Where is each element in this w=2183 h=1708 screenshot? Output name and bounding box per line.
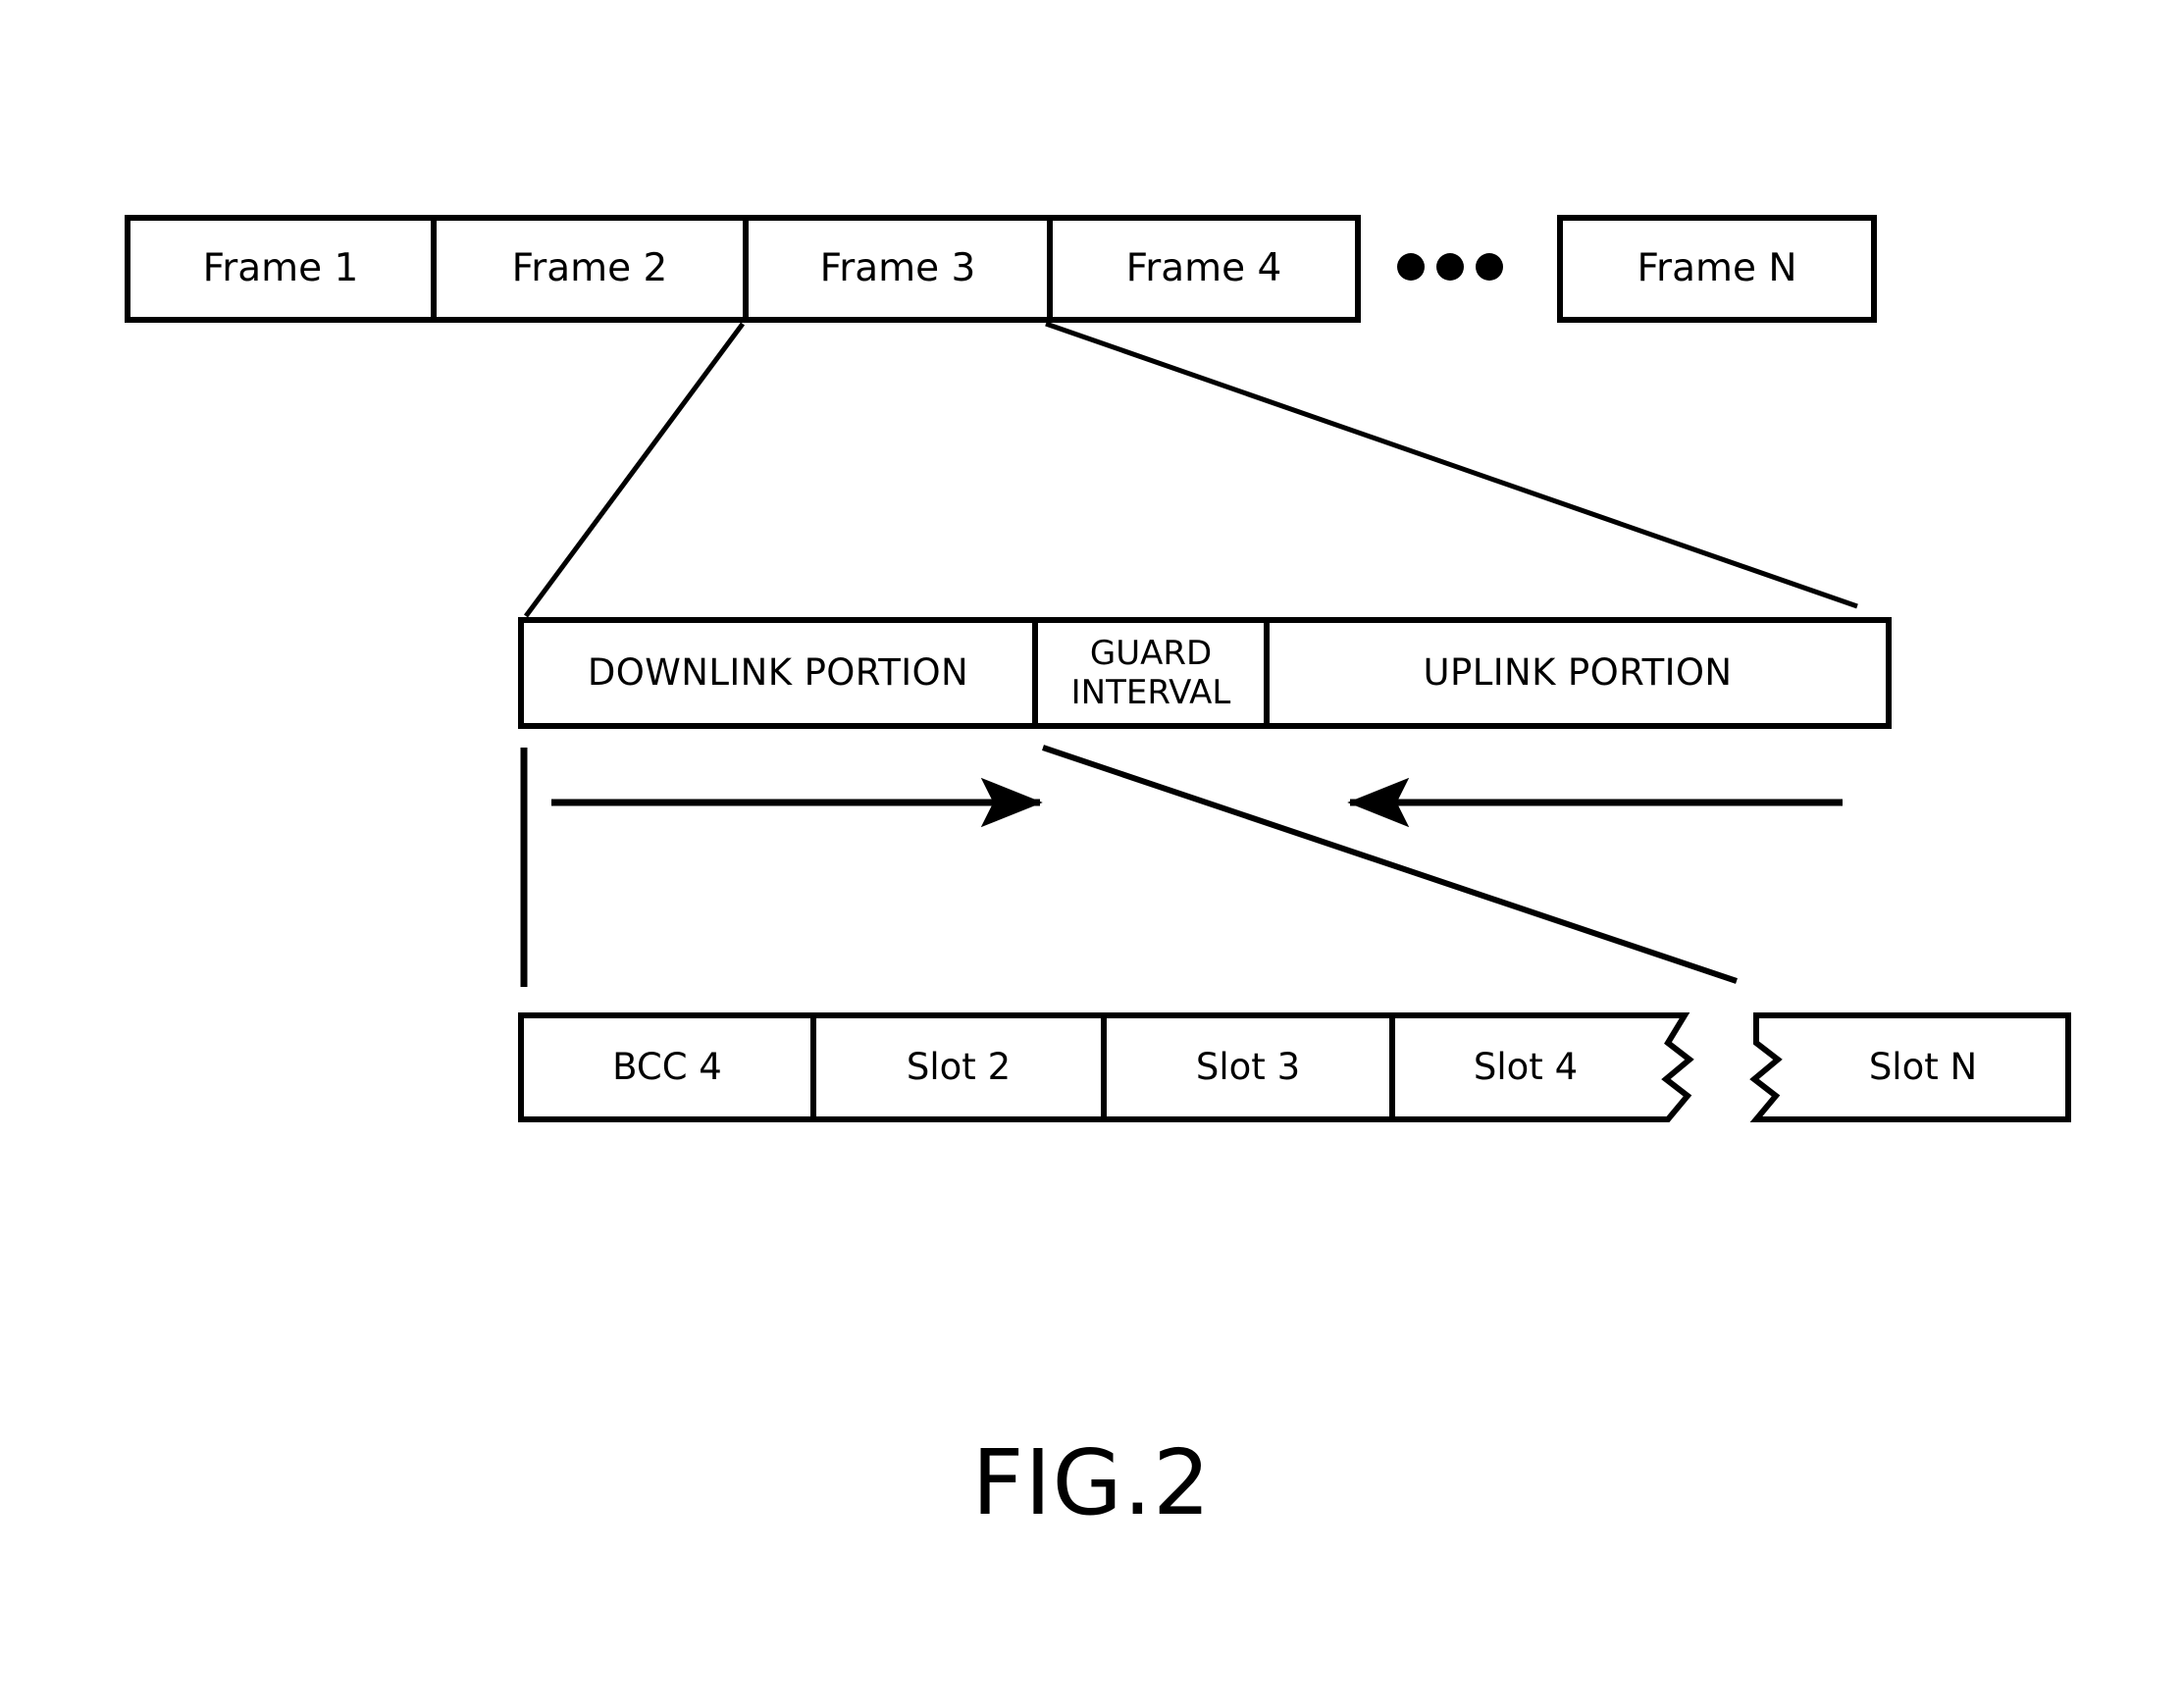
frame-ellipsis-dots — [1397, 253, 1503, 281]
frame-label-2: Frame 2 — [511, 245, 668, 290]
patent-figure-2: Frame 1 Frame 2 Frame 3 Frame 4 Frame N … — [0, 0, 2183, 1708]
ellipsis-dot-2 — [1436, 253, 1464, 281]
ellipsis-dot-1 — [1397, 253, 1425, 281]
frame-label-4: Frame 4 — [1125, 245, 1282, 290]
uplink-portion-label: UPLINK PORTION — [1423, 650, 1733, 694]
guard-interval-label: GUARD INTERVAL — [1070, 633, 1231, 712]
figure-caption: FIG.2 — [971, 1430, 1212, 1535]
slot-label-bcc4: BCC 4 — [612, 1045, 722, 1088]
slot-label-n: Slot N — [1868, 1045, 1978, 1088]
frame3-left-callout-line — [523, 322, 746, 618]
frame-label-1: Frame 1 — [202, 245, 359, 290]
slot-label-2: Slot 2 — [906, 1045, 1012, 1088]
ellipsis-dot-3 — [1476, 253, 1503, 281]
frame-label-3: Frame 3 — [819, 245, 976, 290]
slot-label-3: Slot 3 — [1195, 1045, 1301, 1088]
frame-label-n: Frame N — [1637, 245, 1797, 290]
frame3-right-callout-line — [1045, 321, 1858, 609]
downlink-portion-label: DOWNLINK PORTION — [587, 650, 969, 694]
slot-label-4: Slot 4 — [1473, 1045, 1579, 1088]
downlink-slot-callout-line — [1042, 745, 1738, 984]
